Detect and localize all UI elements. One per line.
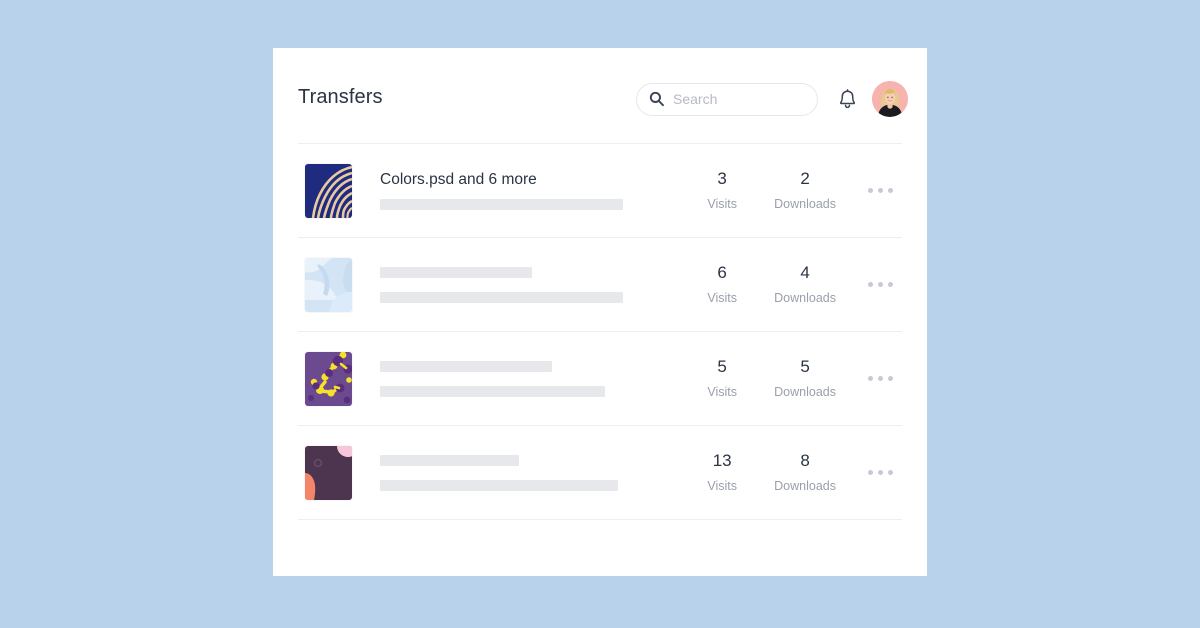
ellipsis-icon: [867, 376, 873, 381]
row-stats: 3 Visits 2 Downloads: [696, 170, 836, 211]
app-card: Transfers Search Colors.psd and 6 more 3…: [273, 48, 927, 576]
row-menu-button[interactable]: [858, 369, 902, 389]
list-divider: [298, 519, 902, 520]
ellipsis-icon: [887, 282, 893, 287]
app-header: Transfers: [273, 48, 927, 143]
dark-purple-thumbnail[interactable]: [305, 445, 352, 500]
ellipsis-icon: [877, 282, 883, 287]
stat-visits: 13 Visits: [696, 452, 748, 493]
ellipsis-icon: [887, 470, 893, 475]
downloads-label: Downloads: [774, 291, 836, 306]
row-placeholder-bar: [380, 291, 623, 303]
downloads-label: Downloads: [774, 479, 836, 494]
ellipsis-icon: [887, 188, 893, 193]
row-menu-button[interactable]: [858, 463, 902, 483]
row-placeholder-bar: [380, 385, 605, 397]
visits-label: Visits: [707, 479, 737, 494]
downloads-label: Downloads: [774, 385, 836, 400]
stat-downloads: 2 Downloads: [774, 170, 836, 211]
row-content: [380, 266, 696, 303]
colors-psd-thumbnail[interactable]: [305, 163, 352, 218]
visits-label: Visits: [707, 291, 737, 306]
transfer-row[interactable]: 6 Visits 4 Downloads: [298, 238, 902, 331]
search-box[interactable]: [636, 82, 818, 116]
search-icon: [649, 91, 664, 107]
downloads-value: 4: [800, 263, 810, 283]
bell-icon: [839, 88, 855, 108]
stat-downloads: 5 Downloads: [774, 358, 836, 399]
transfer-row[interactable]: 13 Visits 8 Downloads: [298, 426, 902, 519]
header-actions: [636, 81, 908, 117]
visits-label: Visits: [707, 197, 737, 212]
row-placeholder-bar: [380, 479, 618, 491]
row-placeholder-bar: [380, 360, 552, 372]
visits-value: 5: [717, 357, 727, 377]
row-stats: 6 Visits 4 Downloads: [696, 264, 836, 305]
downloads-value: 5: [800, 357, 810, 377]
visits-value: 6: [717, 263, 727, 283]
stat-visits: 3 Visits: [696, 170, 748, 211]
row-menu-button[interactable]: [858, 275, 902, 295]
row-content: [380, 360, 696, 397]
row-placeholder-bar: [380, 454, 519, 466]
ellipsis-icon: [867, 282, 873, 287]
user-avatar-image: [872, 81, 908, 117]
row-content: [380, 454, 696, 491]
row-title: Colors.psd and 6 more: [380, 171, 537, 188]
row-stats: 13 Visits 8 Downloads: [696, 452, 836, 493]
transfer-list: Colors.psd and 6 more 3 Visits 2 Downloa…: [298, 143, 902, 520]
light-blue-abstract-thumbnail[interactable]: [305, 257, 352, 312]
row-content: Colors.psd and 6 more: [380, 171, 696, 210]
downloads-label: Downloads: [774, 197, 836, 212]
stat-downloads: 8 Downloads: [774, 452, 836, 493]
row-placeholder-bar: [380, 199, 623, 210]
visits-label: Visits: [707, 385, 737, 400]
page-title: Transfers: [298, 86, 383, 108]
row-menu-button[interactable]: [858, 181, 902, 201]
downloads-value: 2: [800, 169, 810, 189]
row-placeholder-bar: [380, 266, 532, 278]
ellipsis-icon: [877, 188, 883, 193]
visits-value: 3: [717, 169, 727, 189]
stat-visits: 5 Visits: [696, 358, 748, 399]
avatar[interactable]: [872, 81, 908, 117]
ellipsis-icon: [887, 376, 893, 381]
downloads-value: 8: [800, 451, 810, 471]
ellipsis-icon: [867, 188, 873, 193]
purple-chain-thumbnail[interactable]: [305, 351, 352, 406]
search-input[interactable]: [673, 91, 803, 107]
ellipsis-icon: [877, 470, 883, 475]
transfer-row[interactable]: 5 Visits 5 Downloads: [298, 332, 902, 425]
transfer-row[interactable]: Colors.psd and 6 more 3 Visits 2 Downloa…: [298, 144, 902, 237]
ellipsis-icon: [877, 376, 883, 381]
notifications-button[interactable]: [830, 82, 864, 116]
row-stats: 5 Visits 5 Downloads: [696, 358, 836, 399]
stat-visits: 6 Visits: [696, 264, 748, 305]
visits-value: 13: [712, 451, 732, 471]
ellipsis-icon: [867, 470, 873, 475]
stat-downloads: 4 Downloads: [774, 264, 836, 305]
